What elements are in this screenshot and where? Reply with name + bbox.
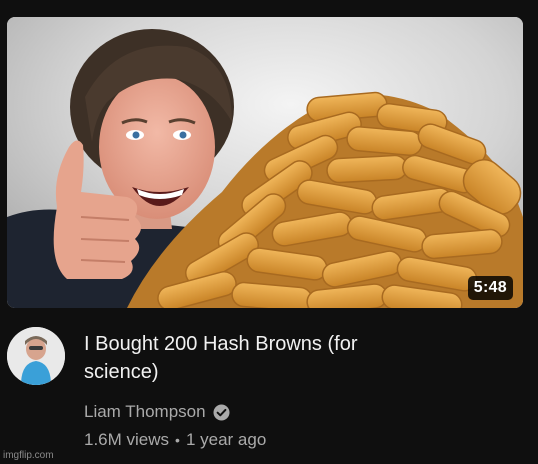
channel-name[interactable]: Liam Thompson	[84, 402, 206, 422]
thumbnail-image	[7, 17, 523, 308]
video-stats: 1.6M views • 1 year ago	[84, 430, 514, 450]
video-thumbnail[interactable]: 5:48	[7, 17, 523, 308]
video-details: I Bought 200 Hash Browns (for science) L…	[84, 330, 514, 450]
publish-date: 1 year ago	[185, 430, 267, 449]
view-count: 1.6M views	[84, 430, 170, 449]
video-title[interactable]: I Bought 200 Hash Browns (for science)	[84, 330, 414, 386]
imgflip-watermark: imgflip.com	[3, 450, 54, 461]
video-card[interactable]: 5:48 I Bought 200 Hash Browns (for scien…	[0, 0, 538, 464]
verified-check-icon	[213, 404, 230, 421]
channel-avatar[interactable]	[7, 327, 65, 385]
channel-row: Liam Thompson	[84, 400, 514, 424]
video-duration-badge: 5:48	[467, 276, 513, 300]
separator-dot: •	[175, 432, 180, 448]
